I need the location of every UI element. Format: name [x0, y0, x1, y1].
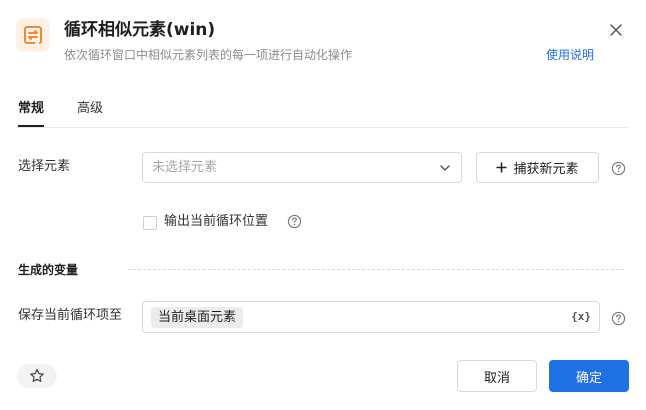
confirm-button[interactable]: 确定 — [549, 360, 629, 392]
element-select[interactable]: 未选择元素 — [142, 152, 462, 183]
help-circle-icon[interactable] — [287, 214, 302, 229]
tab-advanced[interactable]: 高级 — [77, 98, 103, 120]
capture-new-element-label: 捕获新元素 — [513, 162, 579, 177]
cancel-button[interactable]: 取消 — [457, 360, 537, 392]
output-position-checkbox[interactable] — [143, 216, 157, 230]
loop-similar-elements-dialog: 循环相似元素(win) 依次循环窗口中相似元素列表的每一项进行自动化操作 使用说… — [0, 0, 646, 410]
close-button[interactable] — [606, 20, 626, 40]
help-circle-icon[interactable] — [611, 311, 626, 326]
favorite-button[interactable] — [17, 364, 57, 388]
output-position-label: 输出当前循环位置 — [164, 214, 269, 229]
section-divider — [128, 269, 624, 270]
close-icon — [610, 24, 622, 36]
help-link[interactable]: 使用说明 — [546, 46, 594, 64]
variable-chip[interactable]: 当前桌面元素 — [151, 307, 244, 328]
save-loop-item-label: 保存当前循环项至 — [18, 308, 123, 323]
chevron-down-icon — [440, 165, 450, 171]
tab-bar: 常规 高级 — [18, 98, 628, 128]
loop-arrows-icon — [16, 18, 50, 52]
dialog-subtitle: 依次循环窗口中相似元素列表的每一项进行自动化操作 — [64, 48, 353, 62]
select-element-label: 选择元素 — [18, 159, 71, 174]
generated-variables-title: 生成的变量 — [18, 263, 79, 277]
loop-item-variable-input[interactable]: 当前桌面元素 {x} — [142, 301, 600, 333]
dialog-title: 循环相似元素(win) — [64, 20, 216, 40]
star-icon — [30, 369, 44, 382]
variable-insert-icon[interactable]: {x} — [571, 310, 591, 324]
help-circle-icon[interactable] — [611, 161, 626, 176]
tab-general[interactable]: 常规 — [18, 98, 45, 127]
element-select-placeholder: 未选择元素 — [152, 160, 218, 175]
capture-new-element-button[interactable]: 捕获新元素 — [476, 152, 599, 183]
plus-icon — [496, 162, 507, 173]
